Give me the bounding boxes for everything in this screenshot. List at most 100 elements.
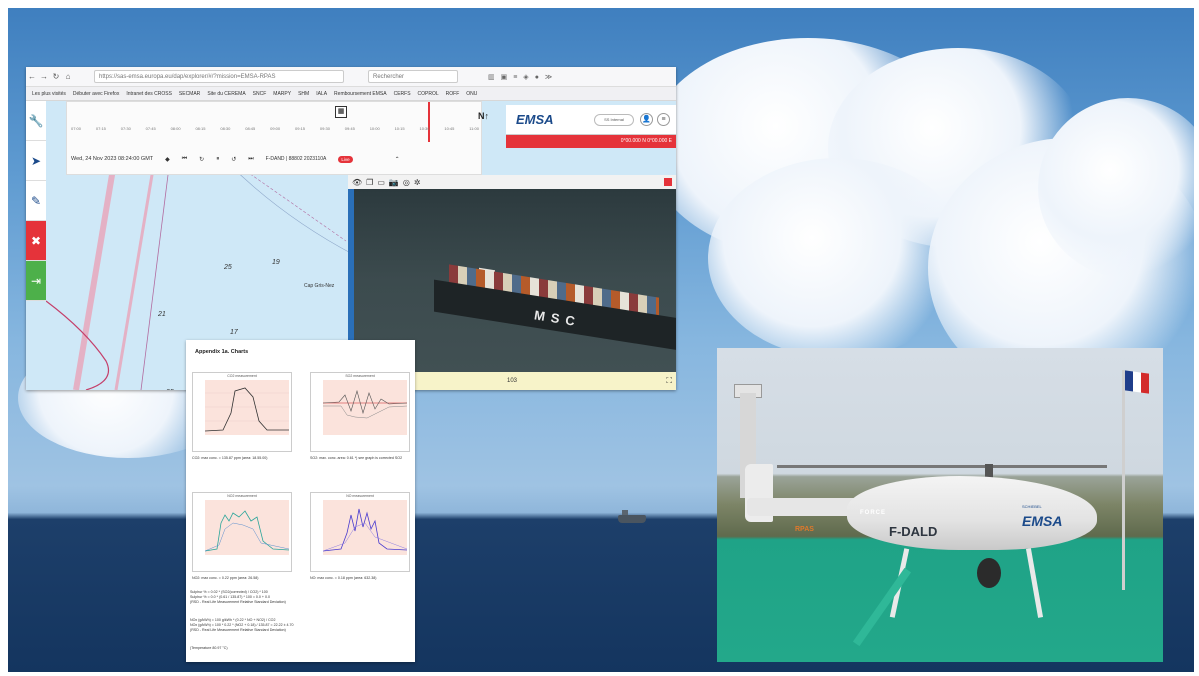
cloud	[708, 158, 968, 358]
target-icon[interactable]: ◎	[403, 178, 410, 187]
tag-icon[interactable]: ◆	[165, 156, 170, 163]
settings-icon[interactable]: ✲	[414, 178, 421, 187]
chart-no-plot	[322, 500, 408, 555]
pen-icon[interactable]: ✎	[26, 181, 46, 221]
temperature-note: (Temperature 80.97 °C)	[190, 646, 228, 650]
reload-icon[interactable]: ↻	[50, 72, 62, 81]
bookmark[interactable]: ROFF	[446, 91, 460, 97]
bookmark[interactable]: MARPY	[273, 91, 291, 97]
nox-formula: NOx (g/kWh) = 100 g/kWh * (0.22 * NO + N…	[190, 618, 410, 633]
tick-label: 07:45	[145, 126, 156, 131]
user-icon[interactable]: 👤	[640, 113, 653, 126]
drone-photo: FORCE RPAS F-DALD SCHIEBEL EMSA	[717, 348, 1163, 662]
drone-emsa-logo: EMSA	[1022, 513, 1063, 529]
tick-label: 08:45	[245, 126, 256, 131]
browser-address-bar: ← → ↻ ⌂ https://sas-emsa.europa.eu/dap/e…	[26, 67, 676, 87]
chart-caption: SO2: max. conc. area: 0.61 *) see graph …	[310, 456, 403, 460]
tick-label: 10:15	[394, 126, 405, 131]
close-icon[interactable]: ✖	[26, 221, 46, 261]
tick-label: 07:15	[95, 126, 106, 131]
copy-icon[interactable]: ❐	[366, 178, 373, 187]
bookmarks-bar: Les plus visités Débuter avec Firefox In…	[26, 87, 676, 101]
url-input[interactable]: https://sas-emsa.europa.eu/dap/explorer/…	[94, 70, 344, 83]
doc-title: Appendix 1a. Charts	[195, 349, 249, 355]
chart-co2: CO2 measurement	[192, 372, 292, 452]
cursor-coordinates: 0°00.000 N 0°00.000 E	[506, 135, 676, 148]
tick-label: 11:00	[469, 126, 479, 131]
tick-label: 08:00	[170, 126, 181, 131]
depth-label: 17	[230, 329, 238, 336]
chart-no2-plot	[204, 500, 290, 555]
camera-icon[interactable]: 📷	[389, 178, 399, 187]
record-icon[interactable]	[664, 178, 672, 186]
chart-caption: NO2: max conc. = 0.22 ppm (area: 26.58)	[192, 576, 259, 580]
chart-so2-plot	[322, 380, 408, 435]
bookmark[interactable]: Les plus visités	[32, 91, 66, 97]
send-icon[interactable]: ➤	[26, 141, 46, 181]
bookmark[interactable]: Débuter avec Firefox	[73, 91, 119, 97]
bookmark[interactable]: SHM	[298, 91, 309, 97]
tick-label: 09:15	[295, 126, 306, 131]
sulphur-formula: Sulphur % = 0.02 * (SO2(corrected) / CO2…	[190, 590, 410, 605]
tick-label: 09:45	[344, 126, 355, 131]
bookmark[interactable]: ONU	[466, 91, 477, 97]
replay-icon[interactable]: ↻	[199, 156, 204, 163]
skip-back-icon[interactable]: ⏮	[182, 156, 187, 163]
rpas-text: RPAS	[795, 526, 814, 533]
back-icon[interactable]: ←	[26, 72, 38, 81]
timeline-ticks: 07:00 07:15 07:30 07:45 08:00 08:15 08:3…	[67, 126, 483, 140]
tick-label: 07:00	[71, 126, 82, 131]
tick-label: 09:00	[270, 126, 281, 131]
bookmark[interactable]: Intranet des CROSS	[126, 91, 172, 97]
appendix-document: Appendix 1a. Charts CO2 measurement CO2:…	[186, 340, 415, 662]
pad-marking	[852, 567, 912, 647]
depth-label: 25	[224, 264, 232, 271]
flag-pole	[1122, 370, 1125, 590]
tick-label: 08:30	[220, 126, 231, 131]
bookmark[interactable]: Site du CEREMA	[207, 91, 245, 97]
depth-label: 21	[158, 311, 166, 318]
bookmark[interactable]: Remboursement EMSA	[334, 91, 387, 97]
timeline-panel: ▦ 07:00 07:15 07:30 07:45 08:00 08:15 08…	[66, 101, 482, 175]
distant-ship	[618, 510, 646, 523]
forward-icon[interactable]: →	[38, 72, 50, 81]
home-icon[interactable]: ⌂	[62, 72, 74, 81]
chart-co2-plot	[204, 380, 289, 435]
menu-icon[interactable]: ≡	[657, 113, 670, 126]
north-arrow-icon[interactable]: N↑	[478, 111, 492, 125]
export-icon[interactable]: ⇥	[26, 261, 46, 301]
eye-icon[interactable]: 👁	[352, 178, 362, 187]
footer-value: 103	[506, 378, 517, 384]
live-badge[interactable]: Live	[338, 155, 353, 163]
rotor-blade	[777, 465, 1107, 468]
bookmark[interactable]: SNCF	[253, 91, 267, 97]
formula-line: (RSD - Real Life Measurement Relative St…	[190, 600, 286, 605]
camera-sensor	[977, 558, 1001, 588]
bookmark[interactable]: IALA	[316, 91, 327, 97]
search-input[interactable]: Rechercher	[368, 70, 458, 83]
chart-caption: NO: max conc. = 0.18 ppm (area: 632.38)	[310, 576, 377, 580]
fullscreen-icon[interactable]: ⛶	[666, 376, 672, 386]
video-toolbar: 👁 ❐ ▭ 📷 ◎ ✲	[348, 175, 676, 189]
chevron-up-icon[interactable]: ⌃	[395, 156, 400, 163]
skip-forward-icon[interactable]: ⏭	[248, 156, 253, 163]
tick-label: 10:30	[419, 126, 430, 131]
tick-label: 07:30	[120, 126, 131, 131]
window-icon[interactable]: ▭	[377, 178, 385, 187]
tick-label: 10:00	[369, 126, 380, 131]
wrench-icon[interactable]: 🔧	[26, 101, 46, 141]
chart-no2: NO2 measurement	[192, 492, 292, 572]
bookmark[interactable]: CERFS	[394, 91, 411, 97]
formula-line: (RSD - Real Life Measurement Relative St…	[190, 628, 286, 633]
bookmark[interactable]: SECMAR	[179, 91, 200, 97]
toolbar-icons[interactable]: ▥▣≡◈●≫	[488, 73, 558, 81]
pause-icon[interactable]: ⏸	[216, 156, 219, 163]
brand-text: SCHIEBEL	[1022, 504, 1042, 509]
rewind-icon[interactable]: ↺	[231, 156, 236, 163]
chart-so2: SO2 measurement	[310, 372, 410, 452]
tick-label: 10:45	[444, 126, 455, 131]
calendar-icon[interactable]: ▦	[335, 106, 347, 118]
bookmark[interactable]: COPROL	[418, 91, 439, 97]
timeline-date: Wed, 24 Nov 2023 08:24:00 GMT	[71, 156, 154, 162]
environment-pill[interactable]: SS Internal	[594, 114, 634, 126]
